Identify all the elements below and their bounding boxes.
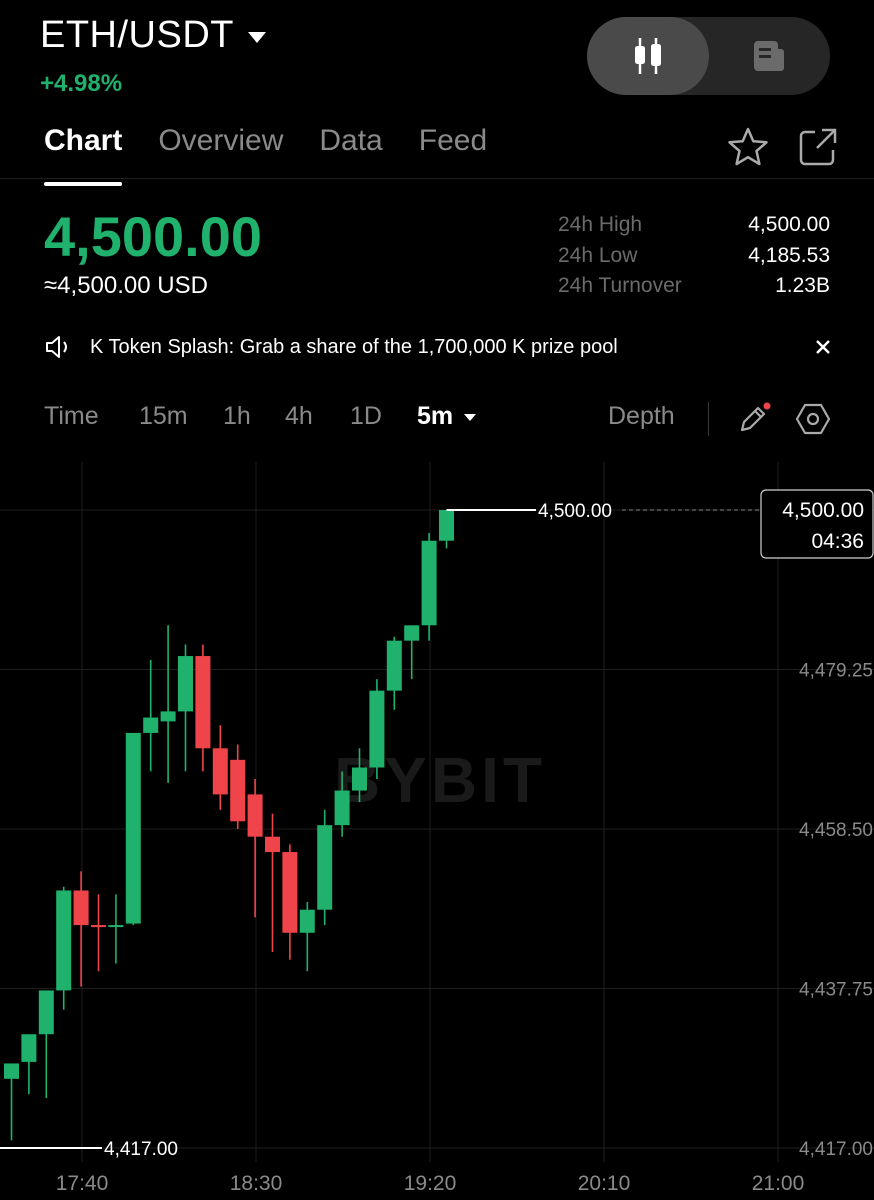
candle-body xyxy=(230,759,246,822)
candle-body xyxy=(299,909,315,933)
settings-hexagon-icon[interactable] xyxy=(795,402,831,441)
candle-body xyxy=(334,790,350,826)
candle-body xyxy=(21,1034,37,1062)
tf-15m[interactable]: 15m xyxy=(139,402,188,431)
x-tick-label: 20:10 xyxy=(578,1172,631,1195)
stat-label: 24h High xyxy=(558,213,643,236)
y-tick-label: 4,479.25 xyxy=(799,661,873,682)
stat-value: 4,500.00 xyxy=(748,213,830,236)
news-view-icon[interactable] xyxy=(709,17,830,95)
tf-selected-label: 5m xyxy=(417,402,454,430)
candle-body xyxy=(212,748,228,795)
tab-data[interactable]: Data xyxy=(319,124,382,158)
high-marker-label: 4,500.00 xyxy=(538,501,612,522)
candle-body xyxy=(160,711,176,722)
candle-body xyxy=(421,540,437,626)
tab-overview[interactable]: Overview xyxy=(158,124,283,158)
stat-value: 1.23B xyxy=(775,274,830,297)
stat-turnover: 24h Turnover 1.23B xyxy=(558,271,830,302)
toolbar-divider xyxy=(708,402,709,436)
stat-high: 24h High 4,500.00 xyxy=(558,210,830,241)
tf-1h[interactable]: 1h xyxy=(223,402,251,431)
caret-down-icon xyxy=(248,32,266,43)
promo-banner[interactable]: K Token Splash: Grab a share of the 1,70… xyxy=(44,334,834,360)
candle-body xyxy=(38,990,54,1035)
tab-feed[interactable]: Feed xyxy=(419,124,487,158)
x-tick-label: 19:20 xyxy=(404,1172,457,1195)
candle-body xyxy=(125,732,141,924)
candle-body xyxy=(282,852,298,933)
share-icon[interactable] xyxy=(797,126,839,168)
y-tick-label: 4,417.00 xyxy=(799,1139,873,1160)
candle-body xyxy=(4,1063,19,1079)
stat-label: 24h Low xyxy=(558,243,638,267)
candle-body xyxy=(73,890,89,926)
low-marker-label: 4,417.00 xyxy=(104,1139,178,1160)
candle-body xyxy=(247,794,263,837)
candle-body xyxy=(386,640,402,691)
usd-equivalent: ≈4,500.00 USD xyxy=(44,272,208,299)
pair-selector[interactable]: ETH/USDT xyxy=(40,14,266,57)
tf-4h[interactable]: 4h xyxy=(285,402,313,431)
candle-body xyxy=(195,656,211,749)
caret-down-icon xyxy=(464,413,477,421)
price-change: +4.98% xyxy=(40,70,123,97)
candlestick-chart[interactable]: BYBIT4,500.004,417.004,479.254,458.504,4… xyxy=(0,462,874,1200)
candle-body xyxy=(352,767,367,791)
tab-divider xyxy=(0,178,874,179)
y-tick-label: 4,458.50 xyxy=(799,820,873,841)
chart-toolbar: Time 15m 1h 4h 1D 5m Depth xyxy=(44,402,831,436)
stat-value: 4,185.53 xyxy=(748,243,830,267)
candle-body xyxy=(91,925,106,928)
pair-title: ETH/USDT xyxy=(40,14,234,56)
candle-body xyxy=(317,825,333,910)
candle-body xyxy=(143,717,159,733)
tab-chart[interactable]: Chart xyxy=(44,124,123,186)
tab-bar: Chart Overview Data Feed xyxy=(44,124,523,186)
countdown-label: 04:36 xyxy=(811,530,864,553)
stats-panel: 24h High 4,500.00 24h Low 4,185.53 24h T… xyxy=(558,210,830,302)
tf-1d[interactable]: 1D xyxy=(350,402,382,431)
x-tick-label: 21:00 xyxy=(752,1172,805,1195)
stat-low: 24h Low 4,185.53 xyxy=(558,241,830,272)
last-price: 4,500.00 xyxy=(44,205,262,268)
tf-selected[interactable]: 5m xyxy=(417,402,477,431)
candle-body xyxy=(439,510,454,541)
x-tick-label: 17:40 xyxy=(56,1172,109,1195)
promo-text: K Token Splash: Grab a share of the 1,70… xyxy=(90,335,618,358)
current-price-label: 4,500.00 xyxy=(782,499,864,522)
draw-pencil-icon[interactable] xyxy=(736,402,772,441)
candle-body xyxy=(404,625,420,641)
candle-body xyxy=(369,690,385,768)
depth-button[interactable]: Depth xyxy=(608,402,675,431)
view-toggle[interactable] xyxy=(587,17,830,95)
x-tick-label: 18:30 xyxy=(230,1172,283,1195)
candle-body xyxy=(108,925,124,928)
star-icon[interactable] xyxy=(727,126,769,168)
candle-body xyxy=(178,656,193,712)
candlestick-view-icon[interactable] xyxy=(587,17,709,95)
candle-body xyxy=(56,890,72,991)
y-tick-label: 4,437.75 xyxy=(799,980,873,1001)
candle-body xyxy=(265,836,280,853)
speaker-icon xyxy=(46,336,67,358)
tf-time[interactable]: Time xyxy=(44,402,99,431)
close-icon[interactable] xyxy=(812,336,834,358)
stat-label: 24h Turnover xyxy=(558,274,682,297)
